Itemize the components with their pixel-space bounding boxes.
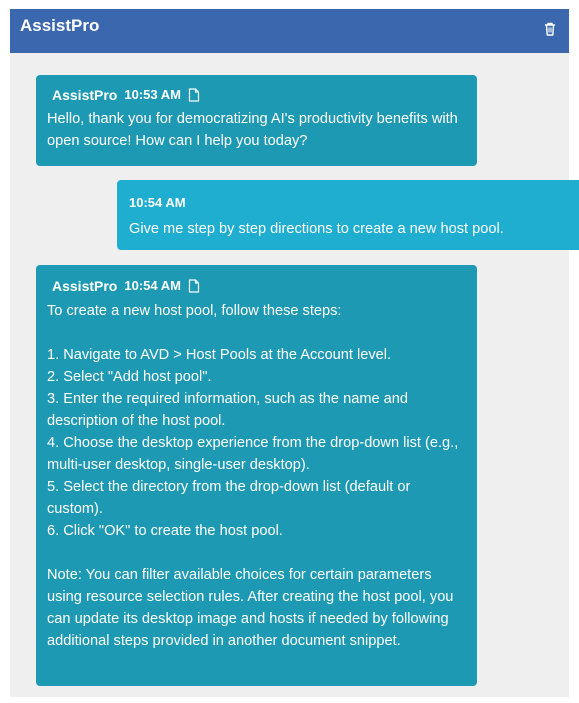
message-time: 10:53 AM xyxy=(124,87,181,102)
message-text: To create a new host pool, follow these … xyxy=(47,303,459,649)
trash-icon[interactable] xyxy=(543,21,557,37)
message-text: Hello, thank you for democratizing AI's … xyxy=(47,111,458,149)
message-meta: AssistPro 10:53 AM xyxy=(47,85,465,105)
chat-header: AssistPro xyxy=(10,9,569,53)
user-message: 10:54 AM Give me step by step directions… xyxy=(117,180,579,250)
sender-name: AssistPro xyxy=(52,87,118,103)
message-meta: AssistPro 10:54 AM xyxy=(47,276,465,296)
sender-name: AssistPro xyxy=(52,278,118,294)
assistant-message: AssistPro 10:53 AM Hello, thank you for … xyxy=(36,75,477,166)
message-time: 10:54 AM xyxy=(129,195,186,210)
document-icon[interactable] xyxy=(188,279,200,293)
app-title: AssistPro xyxy=(20,16,100,35)
chat-panel: AssistPro AssistPro 10:53 AM Hello, than… xyxy=(10,9,579,697)
message-time: 10:54 AM xyxy=(124,278,181,293)
message-text: Give me step by step directions to creat… xyxy=(129,221,504,237)
document-icon[interactable] xyxy=(188,88,200,102)
assistant-message: AssistPro 10:54 AM To create a new host … xyxy=(36,265,477,686)
message-meta: 10:54 AM xyxy=(129,193,571,213)
